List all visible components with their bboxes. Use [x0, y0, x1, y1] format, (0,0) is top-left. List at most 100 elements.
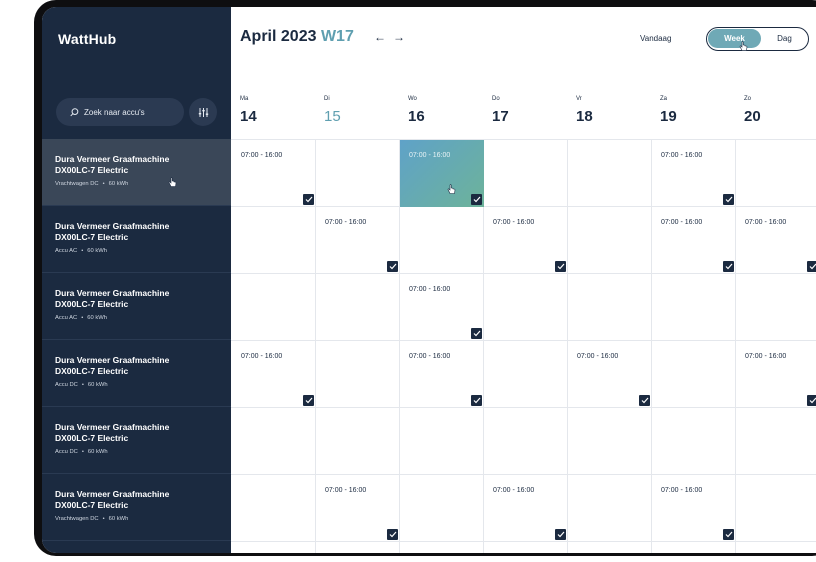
- day-abbr: Vr: [576, 96, 582, 102]
- hand-cursor-icon: [739, 41, 748, 51]
- booking-slot[interactable]: 07:00 - 16:00: [232, 140, 316, 207]
- vehicle-item[interactable]: Dura Vermeer Graafmachine DX00LC-7 Electr…: [42, 139, 231, 206]
- search-icon: [70, 107, 79, 116]
- checkbox-checked-icon[interactable]: [387, 529, 398, 540]
- search-bar[interactable]: [56, 98, 184, 126]
- booking-slot[interactable]: 07:00 - 16:00: [232, 341, 316, 408]
- booking-slot[interactable]: 07:00 - 16:00: [316, 475, 400, 542]
- meta-separator: •: [81, 449, 84, 455]
- booking-time: 07:00 - 16:00: [493, 487, 535, 494]
- booking-slot[interactable]: 07:00 - 16:00: [736, 207, 816, 274]
- checkbox-checked-icon[interactable]: [471, 194, 482, 205]
- day-number: 16: [408, 108, 425, 125]
- booking-time: 07:00 - 16:00: [577, 353, 619, 360]
- vehicle-type: Vrachtwagen DC: [55, 516, 99, 522]
- checkbox-checked-icon[interactable]: [303, 194, 314, 205]
- checkbox-checked-icon[interactable]: [471, 328, 482, 339]
- booking-slot[interactable]: 07:00 - 16:00: [400, 341, 484, 408]
- vehicle-type: Accu DC: [55, 382, 78, 388]
- day-header[interactable]: Ma 14: [231, 96, 315, 125]
- hand-cursor-icon: [168, 177, 177, 187]
- vehicle-item[interactable]: Dura Vermeer Graafmachine DX00LC-7 Electr…: [42, 206, 231, 273]
- vehicle-name: Dura Vermeer Graafmachine: [55, 422, 170, 432]
- calendar-grid: 07:00 - 16:00 07:00 - 16:00 07:00 - 16:00 0…: [231, 139, 816, 553]
- month-year: April 2023: [240, 28, 317, 45]
- day-abbr: Ma: [240, 96, 249, 102]
- meta-separator: •: [102, 516, 105, 522]
- booking-slot[interactable]: 07:00 - 16:00: [400, 274, 484, 341]
- vehicle-meta: Accu DC • 60 kWh: [55, 449, 231, 455]
- booking-time: 07:00 - 16:00: [325, 219, 367, 226]
- day-view-option[interactable]: Dag: [762, 29, 807, 48]
- booking-slot[interactable]: 07:00 - 16:00: [484, 207, 568, 274]
- day-abbr: Wo: [408, 96, 417, 102]
- vehicle-name: Dura Vermeer Graafmachine: [55, 355, 170, 365]
- booking-time: 07:00 - 16:00: [661, 487, 703, 494]
- page-title: April 2023 W17: [240, 28, 354, 46]
- day-header[interactable]: Do 17: [483, 96, 567, 125]
- vehicle-name: Dura Vermeer Graafmachine: [55, 154, 170, 164]
- booking-time: 07:00 - 16:00: [409, 152, 451, 159]
- vehicle-model: DX00LC-7 Electric: [55, 165, 129, 175]
- booking-slot[interactable]: 07:00 - 16:00: [484, 475, 568, 542]
- booking-time: 07:00 - 16:00: [325, 487, 367, 494]
- vehicle-name: Dura Vermeer Graafmachine: [55, 489, 170, 499]
- booking-time: 07:00 - 16:00: [409, 353, 451, 360]
- vehicle-type: Vrachtwagen DC: [55, 181, 99, 187]
- vehicle-meta: Vrachtwagen DC • 60 kWh: [55, 516, 231, 522]
- vehicle-item[interactable]: Dura Vermeer Graafmachine DX00LC-7 Electr…: [42, 474, 231, 541]
- checkbox-checked-icon[interactable]: [639, 395, 650, 406]
- vehicle-meta: Accu AC • 60 kWh: [55, 248, 231, 254]
- vehicle-model: DX00LC-7 Electric: [55, 433, 129, 443]
- vehicle-meta: Vrachtwagen DC • 60 kWh: [55, 181, 231, 187]
- grid-row-divider: [231, 340, 816, 341]
- sidebar: WattHub Dura Vermeer GraafmachineDX00LC-…: [42, 7, 231, 553]
- search-input[interactable]: [84, 107, 174, 117]
- checkbox-checked-icon[interactable]: [723, 529, 734, 540]
- checkbox-checked-icon[interactable]: [555, 261, 566, 272]
- checkbox-checked-icon[interactable]: [303, 395, 314, 406]
- checkbox-checked-icon[interactable]: [723, 194, 734, 205]
- today-button[interactable]: Vandaag: [640, 34, 671, 43]
- vehicle-capacity: 60 kWh: [87, 248, 107, 254]
- booking-slot[interactable]: 07:00 - 16:00: [652, 475, 736, 542]
- day-header[interactable]: Wo 16: [399, 96, 483, 125]
- booking-slot[interactable]: 07:00 - 16:00: [652, 207, 736, 274]
- hand-cursor-icon: [447, 184, 456, 194]
- view-toggle: Week Dag: [706, 27, 809, 51]
- day-abbr: Za: [660, 96, 668, 102]
- day-abbr: Do: [492, 96, 500, 102]
- booking-time: 07:00 - 16:00: [745, 219, 787, 226]
- booking-slot[interactable]: 07:00 - 16:00: [568, 341, 652, 408]
- filter-button[interactable]: [189, 98, 217, 126]
- booking-slot[interactable]: 07:00 - 16:00: [316, 207, 400, 274]
- day-header[interactable]: Zo 20: [735, 96, 816, 125]
- week-view-option[interactable]: Week: [708, 29, 761, 48]
- day-number: 17: [492, 108, 509, 125]
- prev-week-button[interactable]: ←: [374, 30, 386, 44]
- vehicle-item[interactable]: Dura Vermeer Graafmachine DX00LC-7 Electr…: [42, 407, 231, 474]
- vehicle-name: Dura Vermeer Graafmachine: [55, 221, 170, 231]
- day-header[interactable]: Za 19: [651, 96, 735, 125]
- checkbox-checked-icon[interactable]: [723, 261, 734, 272]
- checkbox-checked-icon[interactable]: [471, 395, 482, 406]
- booking-time: 07:00 - 16:00: [493, 219, 535, 226]
- booking-time: 07:00 - 16:00: [241, 353, 283, 360]
- vehicle-item[interactable]: Dura Vermeer Graafmachine DX00LC-7 Electr…: [42, 340, 231, 407]
- vehicle-item[interactable]: Dura Vermeer Graafmachine DX00LC-7 Electr…: [42, 273, 231, 340]
- day-header[interactable]: Vr 18: [567, 96, 651, 125]
- meta-separator: •: [81, 315, 84, 321]
- checkbox-checked-icon[interactable]: [555, 529, 566, 540]
- meta-separator: •: [81, 382, 84, 388]
- booking-slot[interactable]: 07:00 - 16:00: [652, 140, 736, 207]
- booking-slot[interactable]: 07:00 - 16:00: [400, 140, 484, 207]
- checkbox-checked-icon[interactable]: [387, 261, 398, 272]
- day-abbr: Zo: [744, 96, 752, 102]
- next-week-button[interactable]: →: [393, 30, 405, 44]
- booking-slot[interactable]: 07:00 - 16:00: [736, 341, 816, 408]
- sliders-icon: [198, 107, 208, 117]
- checkbox-checked-icon[interactable]: [807, 395, 816, 406]
- vehicle-model: DX00LC-7 Electric: [55, 366, 129, 376]
- checkbox-checked-icon[interactable]: [807, 261, 816, 272]
- day-header[interactable]: Di 15: [315, 96, 399, 125]
